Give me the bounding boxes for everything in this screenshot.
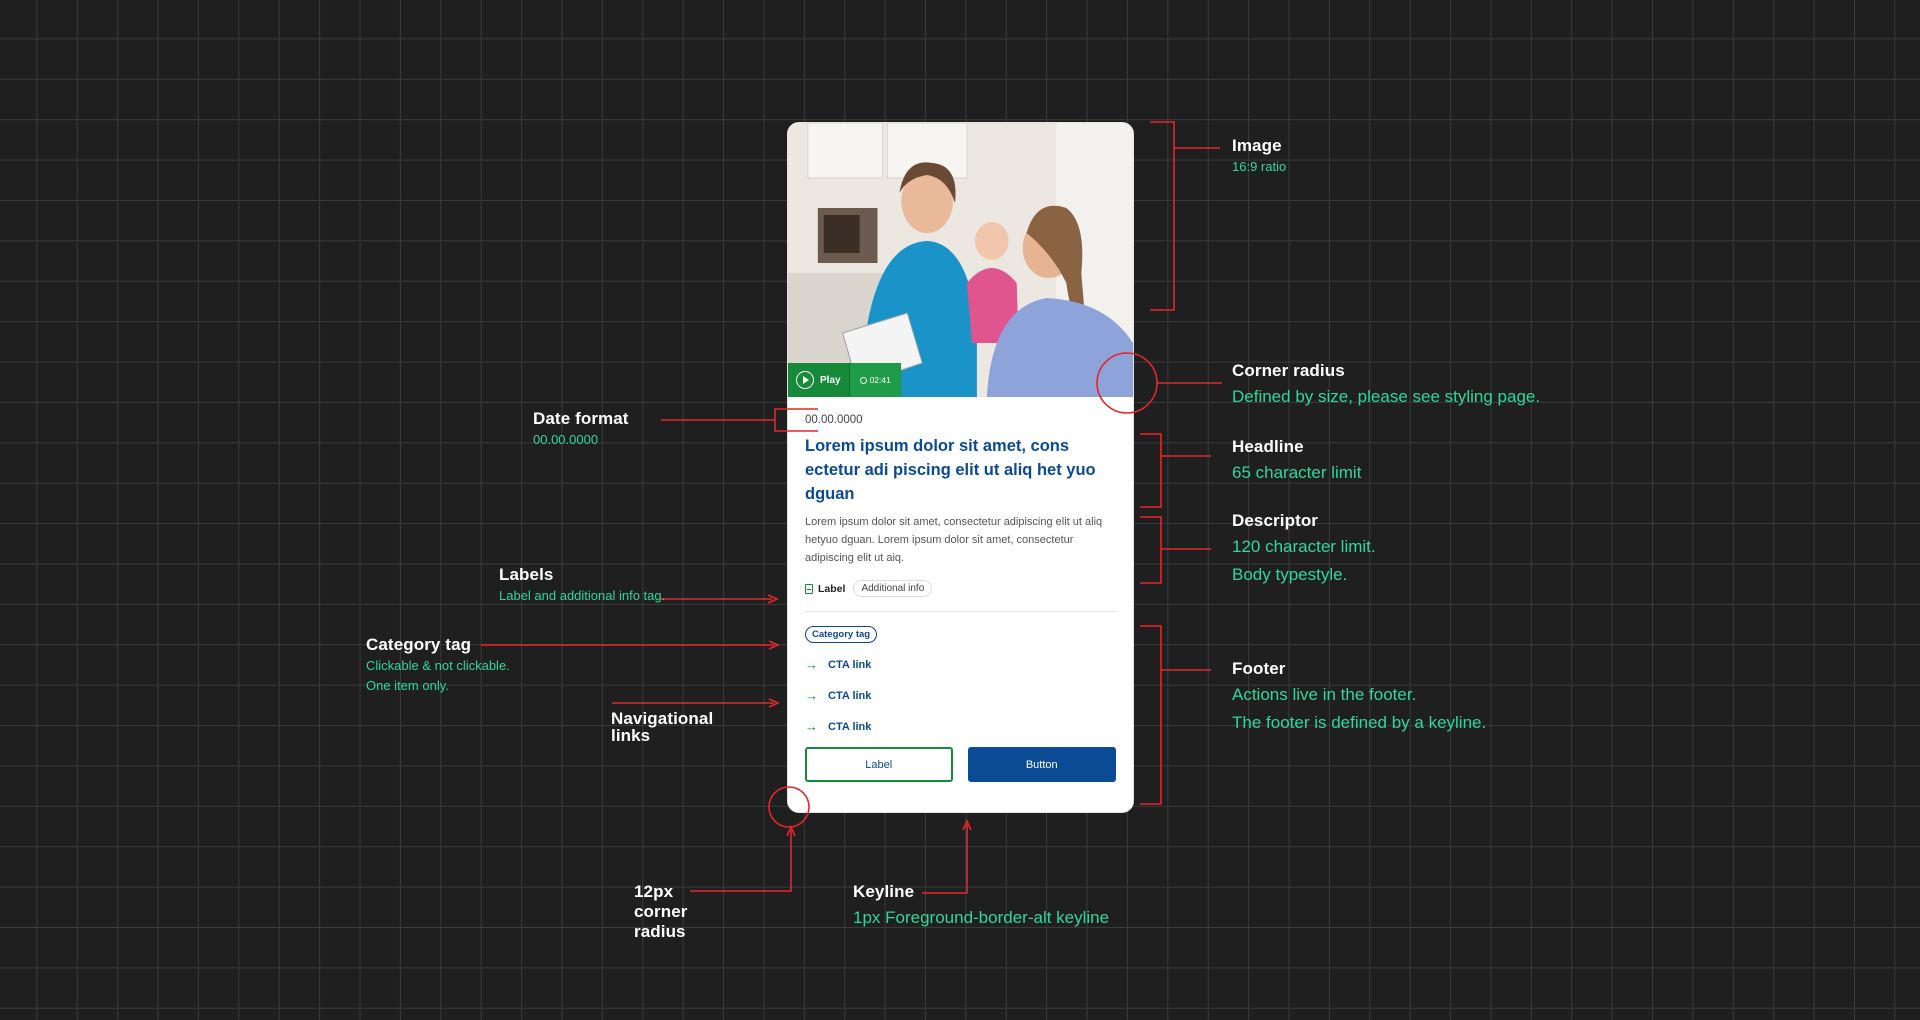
arrow-right-icon: → (805, 657, 818, 672)
annotation-title: Headline (1232, 437, 1304, 456)
annotation-note: One item only. (366, 677, 449, 693)
card-labels: Label Additional info (805, 580, 1116, 597)
annotation-image: Image 16:9 ratio (1232, 135, 1286, 176)
card-descriptor: Lorem ipsum dolor sit amet, consectetur … (805, 516, 1103, 564)
cta-link[interactable]: → CTA link (805, 680, 1116, 711)
annotation-note: 65 character limit (1232, 463, 1362, 483)
annotation-title: Footer (1232, 659, 1286, 678)
card-headline[interactable]: Lorem ipsum dolor sit amet, cons ectetur… (805, 434, 1116, 506)
annotation-note: Actions live in the footer. (1232, 685, 1417, 705)
document-icon (805, 583, 813, 594)
label-text: Label (818, 582, 846, 595)
play-label: Play (820, 374, 841, 386)
annotation-note: Body typestyle. (1232, 565, 1348, 585)
additional-info-tag: Additional info (853, 580, 933, 597)
annotation-title: Corner radius (1232, 361, 1345, 380)
play-icon (796, 371, 814, 389)
annotation-headline: Headline 65 character limit (1232, 436, 1361, 486)
annotation-title: radius (634, 922, 686, 941)
annotation-title: corner (634, 902, 688, 921)
annotation-footer: Footer Actions live in the footer. The f… (1232, 658, 1486, 736)
arrow-right-icon: → (805, 719, 818, 734)
annotation-title: Image (1232, 136, 1282, 155)
cta-links: → CTA link → CTA link → CTA link (805, 649, 1116, 742)
video-play-bar[interactable]: Play 02:41 (788, 363, 908, 397)
card-body: 00.00.0000 Lorem ipsum dolor sit amet, c… (788, 414, 1133, 782)
duration-text: 02:41 (869, 375, 891, 385)
annotation-note: 1px Foreground-border-alt keyline (853, 908, 1110, 928)
annotation-note: 00.00.0000 (533, 432, 599, 448)
annotation-title: Category tag (366, 635, 472, 654)
annotation-keyline: Keyline 1px Foreground-border-alt keylin… (853, 881, 1109, 931)
cta-link[interactable]: → CTA link (805, 711, 1116, 742)
primary-button[interactable]: Button (967, 747, 1116, 782)
card-image: Play 02:41 (788, 123, 1133, 397)
cta-link[interactable]: → CTA link (805, 649, 1116, 680)
annotation-title: Descriptor (1232, 511, 1319, 530)
annotation-note: The footer is defined by a keyline. (1232, 713, 1487, 733)
annotation-title: Keyline (853, 882, 915, 901)
annotation-note: Defined by size, please see styling page… (1232, 387, 1541, 407)
video-duration: 02:41 (848, 363, 901, 397)
annotation-note: Clickable & not clickable. (366, 658, 510, 674)
footer-buttons: Label Button (805, 747, 1116, 782)
annotation-title: Date format (533, 409, 629, 428)
cta-link-text: CTA link (828, 658, 872, 671)
annotation-title: Navigational (611, 709, 714, 728)
annotation-title: 12px (634, 882, 674, 901)
annotation-title: links (611, 726, 651, 745)
arrow-right-icon: → (805, 688, 818, 703)
annotation-descriptor: Descriptor 120 character limit. Body typ… (1232, 510, 1376, 588)
annotation-note: Label and additional info tag. (499, 588, 666, 604)
content-card[interactable]: Play 02:41 00.00.0000 Lorem ipsum dolor … (787, 122, 1134, 813)
secondary-button[interactable]: Label (805, 747, 953, 782)
annotation-12px-corner-radius: 12px corner radius (634, 882, 688, 942)
cta-link-text: CTA link (828, 720, 872, 733)
card-date: 00.00.0000 (805, 414, 863, 426)
annotation-category-tag: Category tag Clickable & not clickable. … (366, 634, 510, 695)
footer-keyline (805, 611, 1116, 612)
clock-icon (859, 376, 867, 384)
label-tag: Label (805, 583, 845, 595)
play-button[interactable]: Play (788, 363, 849, 397)
annotation-note: 16:9 ratio (1232, 159, 1287, 175)
annotation-date-format: Date format 00.00.0000 (533, 408, 629, 449)
annotation-navigational-links: Navigational links (611, 710, 713, 744)
annotation-labels: Labels Label and additional info tag. (499, 564, 665, 605)
cta-link-text: CTA link (828, 689, 872, 702)
annotation-corner-radius: Corner radius Defined by size, please se… (1232, 360, 1540, 410)
category-tag[interactable]: Category tag (805, 626, 878, 643)
annotation-title: Labels (499, 565, 554, 584)
photo-illustration (788, 123, 1133, 397)
annotation-note: 120 character limit. (1232, 537, 1376, 557)
